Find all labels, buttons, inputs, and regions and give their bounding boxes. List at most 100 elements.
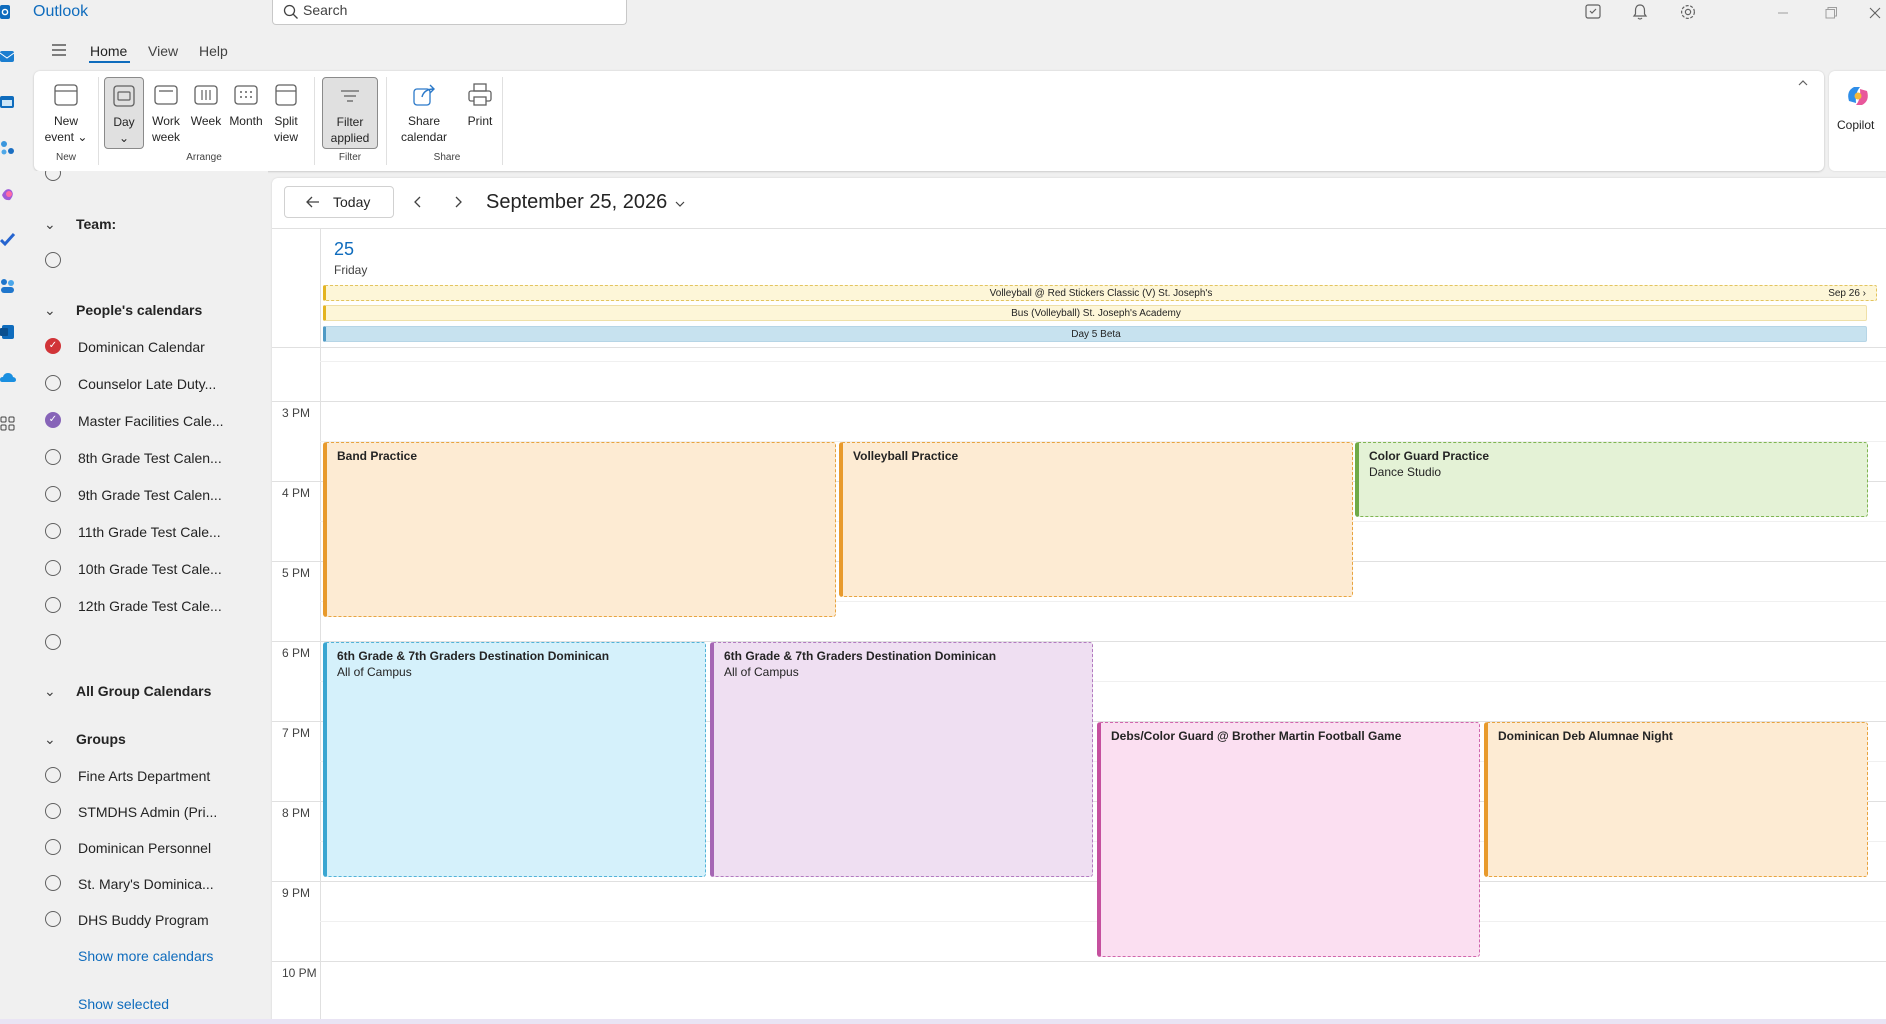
calendar-app-icon[interactable]	[0, 94, 16, 110]
all-day-event[interactable]: Volleyball @ Red Stickers Classic (V) St…	[323, 285, 1877, 301]
show-more-calendars-link[interactable]: Show more calendars	[78, 948, 213, 964]
calendar-item-label[interactable]: 8th Grade Test Calen...	[78, 450, 222, 466]
calendar-checkbox[interactable]	[45, 449, 61, 465]
chevron-down-icon[interactable]	[674, 198, 686, 210]
all-day-event[interactable]: Day 5 Beta	[323, 326, 1867, 342]
calendar-event[interactable]: Color Guard Practice Dance Studio	[1355, 442, 1868, 517]
all-day-event[interactable]: Bus (Volleyball) St. Joseph's Academy	[323, 305, 1867, 321]
calendar-checkbox[interactable]	[45, 375, 61, 391]
group-item-label[interactable]: STMDHS Admin (Pri...	[78, 804, 217, 820]
filter-button[interactable]: Filter applied	[322, 77, 378, 149]
tab-home[interactable]: Home	[90, 43, 127, 59]
outlook-app-icon[interactable]	[0, 324, 16, 340]
event-title: Debs/Color Guard @ Brother Martin Footba…	[1111, 729, 1402, 743]
bell-icon[interactable]	[1630, 2, 1650, 22]
group-item-label[interactable]: Fine Arts Department	[78, 768, 210, 784]
groups-header[interactable]: ⌄ Groups	[44, 731, 126, 748]
mail-app-icon[interactable]	[0, 48, 16, 64]
calendar-event[interactable]: Band Practice	[323, 442, 836, 617]
day-number[interactable]: 25	[334, 239, 354, 260]
today-button[interactable]: Today	[284, 186, 394, 218]
new-event-button[interactable]: New event ⌄	[42, 77, 90, 149]
new-event-icon	[54, 84, 78, 106]
people-header[interactable]: ⌄ People's calendars	[44, 302, 202, 319]
my-day-icon[interactable]	[1583, 2, 1603, 22]
work-week-button[interactable]: Work week	[146, 77, 186, 149]
copilot-app-icon[interactable]	[0, 186, 16, 202]
calendar-checkbox[interactable]	[45, 523, 61, 539]
calendar-checkbox[interactable]	[45, 767, 61, 783]
group-item-label[interactable]: Dominican Personnel	[78, 840, 211, 856]
event-title: Dominican Deb Alumnae Night	[1498, 729, 1673, 743]
calendar-checkbox[interactable]	[45, 560, 61, 576]
more-apps-icon[interactable]	[0, 416, 16, 432]
calendar-event[interactable]: 6th Grade & 7th Graders Destination Domi…	[323, 642, 706, 877]
day-grid: 25 Friday Volleyball @ Red Stickers Clas…	[272, 228, 1886, 1024]
group-item-label[interactable]: St. Mary's Dominica...	[78, 876, 214, 892]
calendar-event[interactable]: Volleyball Practice	[839, 442, 1353, 597]
calendar-event[interactable]: Debs/Color Guard @ Brother Martin Footba…	[1097, 722, 1480, 957]
calendar-checkbox[interactable]	[45, 875, 61, 891]
day-view-button[interactable]: Day ⌄	[104, 77, 144, 149]
calendar-item-label[interactable]: 10th Grade Test Cale...	[78, 561, 222, 577]
calendar-item-label[interactable]: Master Facilities Cale...	[78, 413, 223, 429]
close-icon[interactable]	[1864, 2, 1886, 24]
all-day-event-title: Day 5 Beta	[1071, 329, 1121, 340]
chevron-up-icon[interactable]	[1797, 77, 1809, 89]
calendar-item-label[interactable]: 9th Grade Test Calen...	[78, 487, 222, 503]
copilot-button[interactable]: Copilot	[1829, 71, 1886, 171]
calendar-item-label[interactable]: Dominican Calendar	[78, 339, 205, 355]
onedrive-app-icon[interactable]	[0, 370, 16, 386]
tab-view[interactable]: View	[148, 43, 178, 59]
calendar-checkbox-checked[interactable]: ✓	[45, 412, 61, 428]
calendar-checkbox[interactable]	[45, 597, 61, 613]
calendar-item-label[interactable]: Counselor Late Duty...	[78, 376, 216, 392]
calendar-checkbox[interactable]	[45, 911, 61, 927]
group-item-label[interactable]: DHS Buddy Program	[78, 912, 209, 928]
calendar-event[interactable]: Dominican Deb Alumnae Night	[1484, 722, 1868, 877]
calendar-checkbox[interactable]	[45, 486, 61, 502]
hamburger-icon[interactable]	[50, 42, 68, 58]
group-label-new: New	[55, 152, 76, 163]
calendar-item-label[interactable]: 11th Grade Test Cale...	[78, 524, 221, 540]
all-group-calendars-label: All Group Calendars	[76, 683, 212, 699]
all-group-calendars-header[interactable]: ⌄ All Group Calendars	[44, 683, 211, 700]
month-view-button[interactable]: Month	[225, 77, 267, 149]
calendar-checkbox[interactable]	[45, 839, 61, 855]
calendar-checkbox[interactable]	[45, 634, 61, 650]
restore-icon[interactable]	[1820, 2, 1842, 24]
chevron-down-icon: ⌄	[44, 683, 56, 699]
minimize-icon[interactable]	[1772, 2, 1794, 24]
search-input[interactable]	[303, 2, 603, 18]
share-calendar-button[interactable]: Share calendar	[392, 77, 456, 149]
print-label: Print	[467, 114, 493, 128]
time-slot[interactable]	[272, 347, 1886, 401]
week-view-button[interactable]: Week	[186, 77, 226, 149]
calendar-checkbox[interactable]	[45, 171, 61, 181]
split-view-button[interactable]: Split view	[266, 77, 306, 149]
chevron-right-icon[interactable]	[448, 192, 468, 212]
tab-help[interactable]: Help	[199, 43, 228, 59]
print-button[interactable]: Print	[458, 77, 502, 149]
calendar-event[interactable]: 6th Grade & 7th Graders Destination Domi…	[710, 642, 1093, 877]
work-week-icon	[154, 85, 178, 105]
show-selected-link[interactable]: Show selected	[78, 996, 169, 1012]
calendar-checkbox-checked[interactable]: ✓	[45, 338, 61, 354]
folder-pane: ⌄ Team: ⌄ People's calendars ✓ Dominican C…	[34, 171, 268, 1024]
teams-app-icon[interactable]	[0, 278, 16, 294]
week-view-label: Week	[190, 114, 222, 128]
todo-app-icon[interactable]	[0, 232, 16, 248]
gear-icon[interactable]	[1678, 2, 1698, 22]
continues-date: Sep 26	[1828, 288, 1860, 299]
calendar-item-label[interactable]: 12th Grade Test Cale...	[78, 598, 222, 614]
calendar-checkbox[interactable]	[45, 252, 61, 268]
search-box[interactable]	[272, 0, 627, 25]
team-header[interactable]: ⌄ Team:	[44, 216, 116, 233]
calendar-checkbox[interactable]	[45, 803, 61, 819]
people-app-icon[interactable]	[0, 140, 16, 156]
people-header-label: People's calendars	[76, 302, 203, 318]
share-calendar-label: Share calendar	[400, 114, 448, 144]
date-title[interactable]: September 25, 2026	[486, 191, 667, 214]
chevron-left-icon[interactable]	[408, 192, 428, 212]
time-slot[interactable]: 10 PM	[272, 961, 1886, 1024]
